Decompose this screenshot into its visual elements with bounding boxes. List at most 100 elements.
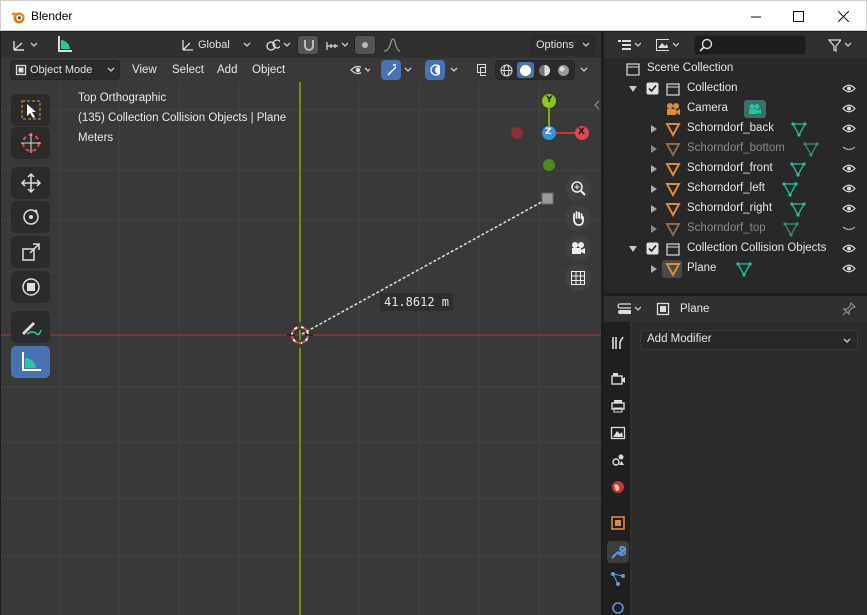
add-modifier-dropdown[interactable]: Add Modifier	[640, 330, 858, 350]
outliner-row-plane[interactable]: Plane	[604, 259, 867, 279]
checkbox-checked-icon[interactable]	[646, 82, 659, 95]
tab-physics[interactable]	[607, 595, 629, 615]
eye-icon[interactable]	[842, 163, 856, 174]
outliner-row-camera[interactable]: Camera	[604, 99, 867, 119]
eye-icon[interactable]	[842, 103, 856, 114]
outliner-row-schorndorf-top[interactable]: Schorndorf_top	[604, 219, 867, 239]
pan-button[interactable]	[565, 205, 591, 231]
menu-select[interactable]: Select	[168, 62, 208, 80]
display-mode-dropdown[interactable]	[650, 35, 684, 55]
mesh-data-icon[interactable]	[791, 121, 807, 137]
overlays-toggle[interactable]	[425, 60, 445, 80]
active-tool-measure[interactable]	[51, 34, 77, 54]
xray-toggle[interactable]	[471, 60, 491, 80]
outliner-row-schorndorf-left[interactable]: Schorndorf_left	[604, 179, 867, 199]
3d-viewport[interactable]: Y X Z Global Options Object Mode View Se…	[1, 32, 601, 615]
scale-tool[interactable]	[11, 236, 50, 268]
outliner-row-schorndorf-front[interactable]: Schorndorf_front	[604, 159, 867, 179]
rendered-shading-button[interactable]	[555, 62, 572, 78]
outliner-row-collection-collision-objects[interactable]: Collection Collision Objects	[604, 239, 867, 259]
tab-particles[interactable]	[607, 568, 629, 590]
select-box-tool[interactable]	[11, 94, 50, 126]
measure-tool[interactable]	[11, 346, 50, 378]
eye-hidden-icon[interactable]	[842, 223, 856, 234]
expand-right-icon[interactable]	[650, 165, 658, 173]
eye-icon[interactable]	[842, 243, 856, 254]
minimize-button[interactable]	[734, 1, 779, 31]
cursor-tool[interactable]	[11, 127, 50, 159]
outliner-row-schorndorf-right[interactable]: Schorndorf_right	[604, 199, 867, 219]
eye-icon[interactable]	[842, 263, 856, 274]
mesh-data-icon[interactable]	[783, 221, 799, 237]
expand-right-icon[interactable]	[650, 185, 658, 193]
expand-right-icon[interactable]	[650, 125, 658, 133]
expand-down-icon[interactable]	[629, 85, 637, 93]
camera-view-button[interactable]	[565, 235, 591, 261]
snap-target-dropdown[interactable]	[321, 35, 353, 55]
tab-render[interactable]	[607, 368, 629, 390]
measure-point-handle[interactable]	[541, 192, 554, 205]
menu-object[interactable]: Object	[248, 62, 289, 80]
expand-right-icon[interactable]	[650, 145, 658, 153]
camera-data-icon[interactable]	[744, 100, 766, 118]
eye-icon[interactable]	[842, 203, 856, 214]
tab-view-layer[interactable]	[607, 422, 629, 444]
rotate-tool[interactable]	[11, 201, 50, 233]
outliner-search-input[interactable]	[694, 35, 806, 55]
pin-icon[interactable]	[842, 302, 856, 316]
close-button[interactable]	[821, 1, 866, 31]
tab-object[interactable]	[607, 512, 629, 534]
outliner-row-schorndorf-bottom[interactable]: Schorndorf_bottom	[604, 139, 867, 159]
tab-tool[interactable]	[607, 332, 629, 354]
tab-scene[interactable]	[607, 449, 629, 471]
toggle-perspective-button[interactable]	[565, 265, 591, 291]
eye-hidden-icon[interactable]	[842, 143, 856, 154]
expand-down-icon[interactable]	[629, 245, 637, 253]
shading-dropdown[interactable]	[577, 60, 591, 80]
checkbox-checked-icon[interactable]	[646, 242, 659, 255]
pivot-point-dropdown[interactable]	[261, 35, 295, 55]
mesh-data-icon[interactable]	[803, 141, 819, 157]
mesh-data-icon[interactable]	[790, 201, 806, 217]
proportional-falloff-dropdown[interactable]	[378, 35, 408, 55]
mesh-data-icon[interactable]	[736, 261, 752, 277]
outliner-row-schorndorf-back[interactable]: Schorndorf_back	[604, 119, 867, 139]
eye-icon[interactable]	[842, 183, 856, 194]
overlays-dropdown[interactable]	[447, 60, 461, 80]
proportional-editing-toggle[interactable]	[354, 35, 376, 55]
tab-output[interactable]	[607, 395, 629, 417]
zoom-button[interactable]	[565, 175, 591, 201]
snap-toggle[interactable]	[297, 35, 319, 55]
annotate-tool[interactable]	[11, 311, 50, 343]
transform-orientation-dropdown[interactable]: Global	[176, 35, 256, 55]
tab-world[interactable]	[607, 476, 629, 498]
material-shading-button[interactable]	[536, 62, 553, 78]
wireframe-shading-button[interactable]	[498, 62, 515, 78]
outliner-row-collection[interactable]: Collection	[604, 79, 867, 99]
expand-right-icon[interactable]	[650, 205, 658, 213]
menu-view[interactable]: View	[128, 62, 161, 80]
object-mode-dropdown[interactable]: Object Mode	[10, 60, 120, 80]
eye-icon[interactable]	[842, 123, 856, 134]
filter-dropdown[interactable]	[823, 35, 857, 55]
sidebar-toggle-icon[interactable]	[593, 100, 601, 110]
editor-type-button[interactable]	[7, 35, 43, 55]
visibility-dropdown[interactable]	[345, 60, 375, 80]
options-dropdown[interactable]: Options	[531, 35, 595, 55]
move-tool[interactable]	[11, 167, 50, 199]
mesh-data-icon[interactable]	[790, 161, 806, 177]
outliner-editor-type[interactable]	[612, 35, 646, 55]
maximize-button[interactable]	[776, 1, 821, 31]
tab-modifiers[interactable]	[607, 541, 629, 563]
expand-right-icon[interactable]	[650, 225, 658, 233]
solid-shading-button[interactable]	[517, 62, 534, 78]
gizmo-toggle[interactable]	[381, 60, 401, 80]
expand-right-icon[interactable]	[650, 265, 658, 273]
menu-add[interactable]: Add	[213, 62, 241, 80]
properties-editor-type[interactable]	[612, 299, 646, 319]
gizmo-dropdown[interactable]	[401, 60, 415, 80]
mesh-data-icon[interactable]	[782, 181, 798, 197]
eye-icon[interactable]	[842, 83, 856, 94]
transform-tool[interactable]	[11, 271, 50, 303]
outliner-scene-collection[interactable]: Scene Collection	[604, 59, 867, 79]
